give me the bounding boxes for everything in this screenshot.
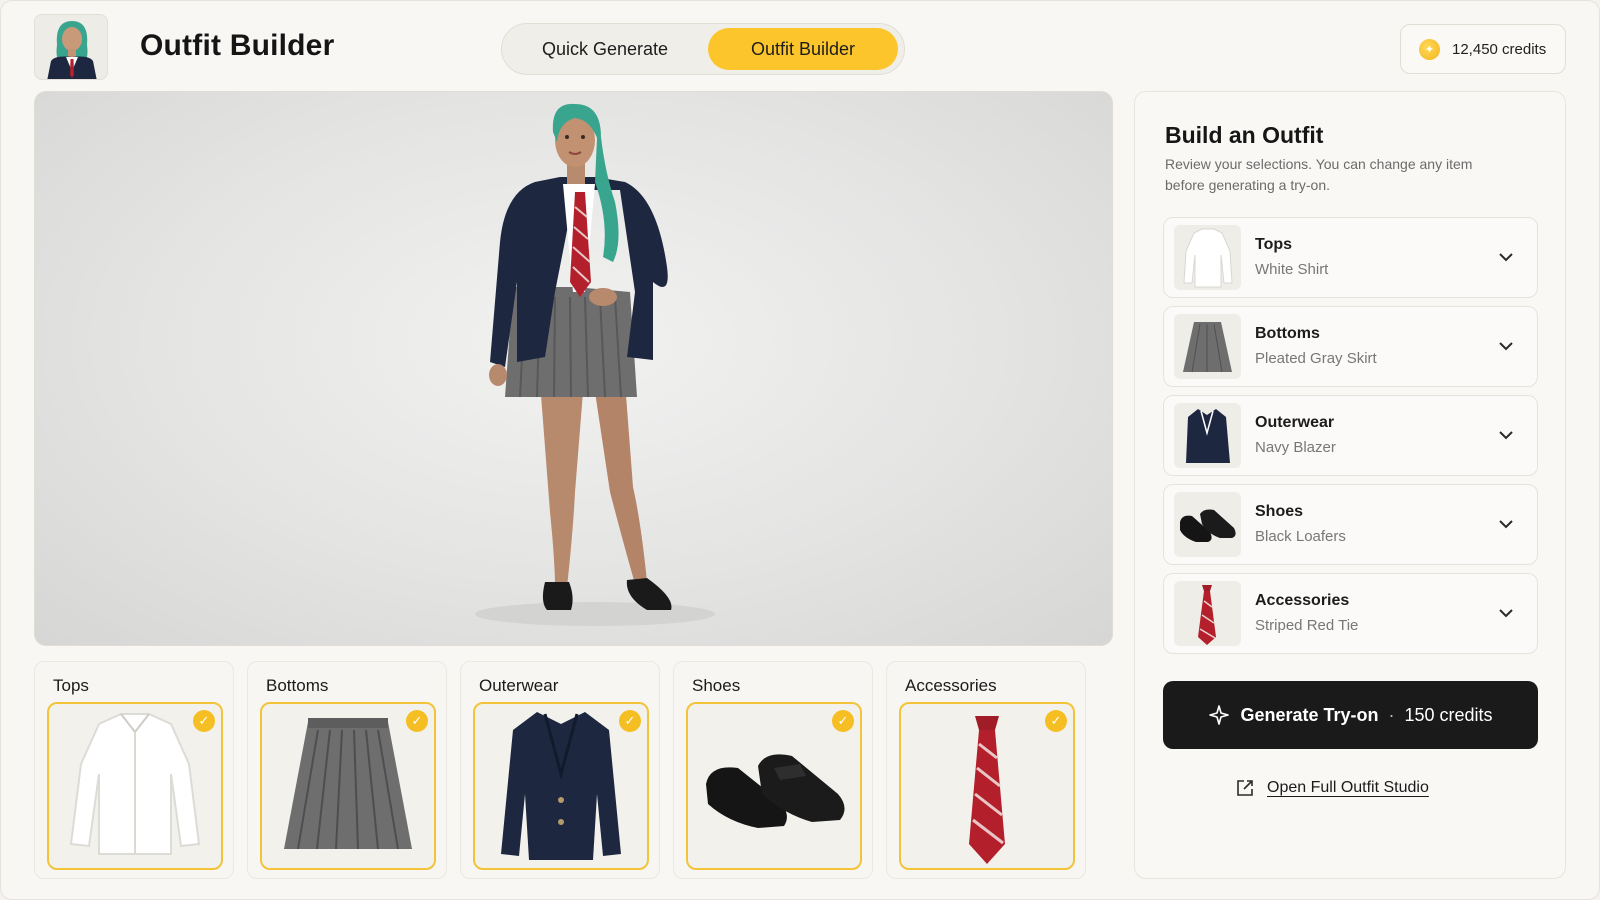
check-icon: ✓ [619, 710, 641, 732]
selection-category: Outerwear [1255, 414, 1335, 431]
generate-try-on-button[interactable]: Generate Try-on · 150 credits [1163, 681, 1538, 749]
credits-label: 12,450 credits [1452, 40, 1547, 58]
tab-outfit-builder[interactable]: Outfit Builder [708, 28, 898, 70]
category-card-tops: Tops ✓ [34, 661, 234, 879]
category-card-bottoms: Bottoms ✓ [247, 661, 447, 879]
selection-thumbnail [1174, 225, 1241, 290]
generate-label: Generate Try-on [1240, 704, 1379, 725]
card-label: Bottoms [266, 676, 329, 695]
category-card-outerwear: Outerwear ✓ [460, 661, 660, 879]
selection-thumbnail [1174, 314, 1241, 379]
selection-thumbnail [1174, 403, 1241, 468]
card-label: Outerwear [479, 676, 559, 695]
mode-toggle: Quick Generate Outfit Builder [501, 23, 905, 75]
chevron-down-icon [1499, 342, 1513, 351]
build-outfit-panel: Build an Outfit Review your selections. … [1134, 91, 1566, 879]
item-thumbnail-bottoms[interactable]: ✓ [260, 702, 436, 870]
avatar[interactable] [34, 14, 108, 80]
selection-item: Pleated Gray Skirt [1255, 350, 1377, 367]
app-window: Outfit Builder Quick Generate Outfit Bui… [0, 0, 1600, 900]
check-icon: ✓ [193, 710, 215, 732]
selection-thumbnail [1174, 492, 1241, 557]
chevron-down-icon [1499, 431, 1513, 440]
check-icon: ✓ [832, 710, 854, 732]
card-label: Shoes [692, 676, 741, 695]
card-label: Accessories [905, 676, 997, 695]
selection-item: White Shirt [1255, 261, 1329, 278]
panel-description: Review your selections. You can change a… [1165, 156, 1473, 193]
model-preview-image [475, 103, 715, 626]
selection-category: Accessories [1255, 592, 1350, 609]
tab-quick-generate[interactable]: Quick Generate [510, 28, 700, 70]
open-outfit-studio-link[interactable]: Open Full Outfit Studio [1235, 778, 1429, 798]
selection-item: Navy Blazer [1255, 439, 1336, 456]
selection-row-outerwear[interactable]: Outerwear Navy Blazer [1163, 395, 1538, 476]
generate-separator: · [1388, 704, 1395, 725]
category-card-shoes: Shoes ✓ [673, 661, 873, 879]
studio-link-label: Open Full Outfit Studio [1267, 779, 1429, 796]
try-on-preview [34, 91, 1113, 646]
chevron-down-icon [1499, 609, 1513, 618]
selection-row-accessories[interactable]: Accessories Striped Red Tie [1163, 573, 1538, 654]
selection-item: Black Loafers [1255, 528, 1346, 545]
chevron-down-icon [1499, 520, 1513, 529]
selection-item: Striped Red Tie [1255, 617, 1359, 634]
page-title: Outfit Builder [140, 29, 335, 62]
item-thumbnail-tops[interactable]: ✓ [47, 702, 223, 870]
selection-thumbnail [1174, 581, 1241, 646]
selection-category: Shoes [1255, 503, 1304, 520]
card-label: Tops [53, 676, 89, 695]
chevron-down-icon [1499, 253, 1513, 262]
selection-row-shoes[interactable]: Shoes Black Loafers [1163, 484, 1538, 565]
check-icon: ✓ [406, 710, 428, 732]
check-icon: ✓ [1045, 710, 1067, 732]
generate-cost: 150 credits [1404, 704, 1493, 725]
external-link-icon [1237, 780, 1253, 796]
selection-category: Tops [1255, 236, 1293, 253]
item-thumbnail-accessories[interactable]: ✓ [899, 702, 1075, 870]
selection-row-tops[interactable]: Tops White Shirt [1163, 217, 1538, 298]
coin-icon: ✦ [1419, 38, 1440, 60]
selection-row-bottoms[interactable]: Bottoms Pleated Gray Skirt [1163, 306, 1538, 387]
panel-title: Build an Outfit [1165, 122, 1324, 148]
item-thumbnail-shoes[interactable]: ✓ [686, 702, 862, 870]
sparkle-icon [1209, 705, 1230, 725]
avatar-image [35, 15, 107, 79]
selection-category: Bottoms [1255, 325, 1320, 342]
credits-badge[interactable]: ✦ 12,450 credits [1400, 24, 1566, 74]
item-thumbnail-outerwear[interactable]: ✓ [473, 702, 649, 870]
category-card-accessories: Accessories ✓ [886, 661, 1086, 879]
